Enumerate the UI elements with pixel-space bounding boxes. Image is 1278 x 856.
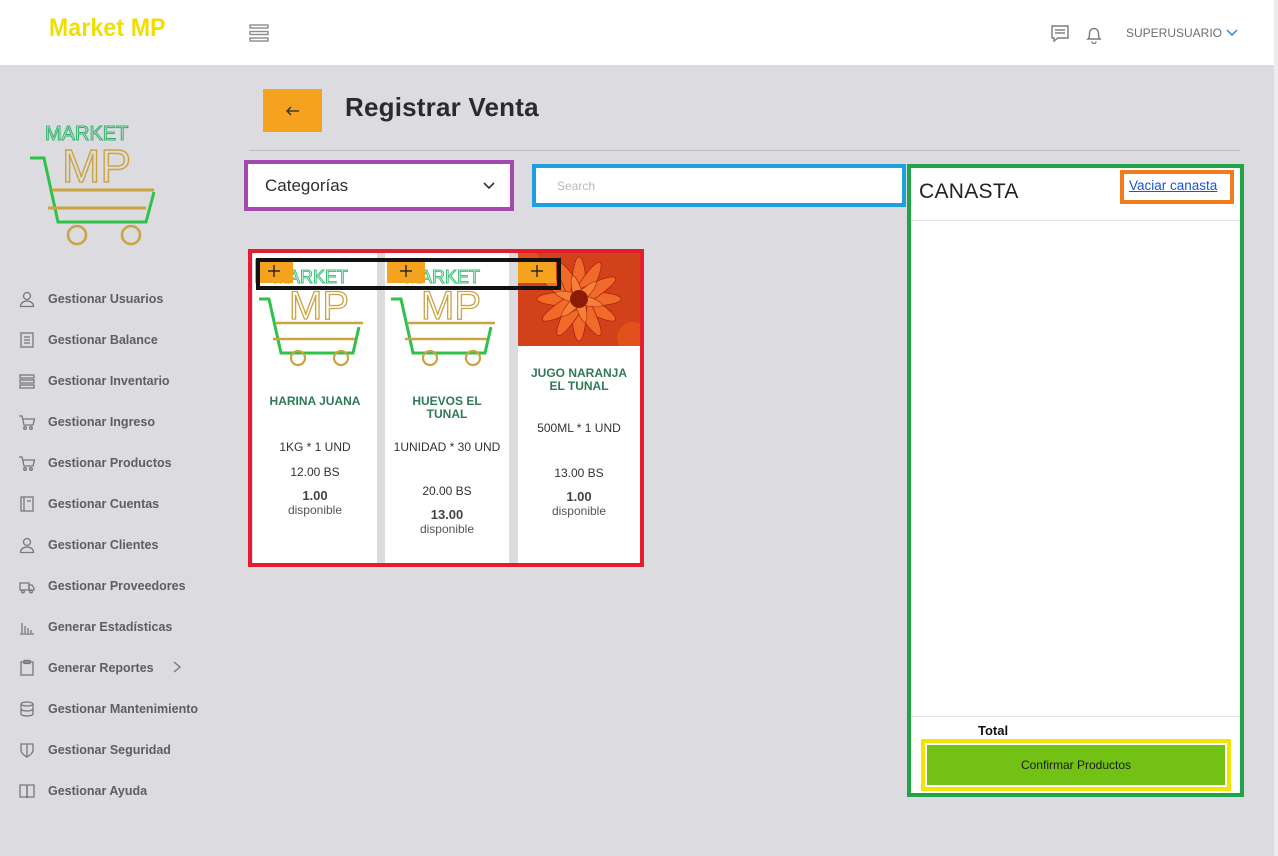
right-edge (1274, 0, 1278, 856)
shield-icon (20, 742, 34, 758)
sidebar-item-clientes[interactable]: Gestionar Clientes (18, 524, 228, 565)
list-icon (19, 373, 35, 389)
user-menu[interactable]: SUPERUSUARIO (1126, 26, 1238, 40)
chevron-down-icon (1226, 29, 1238, 37)
product-stock: 1.00 (302, 488, 328, 503)
cart-icon (19, 455, 36, 471)
product-card[interactable]: MARKET MP HUEVOS EL TUNAL 1UNIDAD * 30 U… (385, 253, 509, 563)
sidebar-item-mantenimiento[interactable]: Gestionar Mantenimiento (18, 688, 228, 729)
svg-text:MP: MP (289, 284, 349, 328)
back-button[interactable] (263, 89, 322, 132)
sidebar-item-proveedores[interactable]: Gestionar Proveedores (18, 565, 228, 606)
empty-basket-outline: Vaciar canasta (1120, 170, 1234, 204)
username-label: SUPERUSUARIO (1126, 26, 1223, 40)
hamburger-icon[interactable] (249, 23, 269, 43)
sidebar-item-label: Gestionar Ayuda (48, 783, 148, 798)
sidebar-item-label: Gestionar Inventario (48, 373, 170, 388)
product-grid: MARKET MP HARINA JUANA 1KG * 1 UND 12.00… (248, 249, 644, 567)
divider (911, 220, 1240, 221)
sidebar-item-balance[interactable]: Gestionar Balance (18, 319, 228, 360)
sidebar-item-label: Generar Estadísticas (48, 619, 173, 634)
product-name: HUEVOS EL TUNAL (412, 394, 482, 421)
product-card[interactable]: JUGO NARANJA EL TUNAL 500ML * 1 UND 13.0… (518, 253, 640, 563)
product-stock: 1.00 (566, 489, 592, 504)
divider (911, 716, 1240, 717)
basket-panel: CANASTA Vaciar canasta Total Confirmar P… (907, 164, 1244, 797)
search-input[interactable] (536, 168, 902, 203)
sidebar-item-label: Generar Reportes (48, 660, 154, 675)
product-description: 1KG * 1 UND (279, 440, 351, 454)
bell-icon[interactable] (1084, 24, 1104, 45)
sidebar-item-label: Gestionar Usuarios (48, 291, 164, 306)
user-icon (19, 537, 35, 553)
svg-text:MP: MP (421, 284, 481, 328)
sidebar-item-inventario[interactable]: Gestionar Inventario (18, 360, 228, 401)
confirm-products-button[interactable]: Confirmar Productos (927, 745, 1225, 785)
sidebar-item-label: Gestionar Mantenimiento (48, 701, 199, 716)
product-price: 20.00 BS (422, 484, 472, 498)
sidebar-item-label: Gestionar Productos (48, 455, 172, 470)
sidebar-item-productos[interactable]: Gestionar Productos (18, 442, 228, 483)
plus-icon (531, 265, 543, 277)
basket-title: CANASTA (919, 180, 1019, 203)
product-stock: 13.00 (430, 507, 464, 522)
plus-icon (400, 265, 412, 277)
add-to-basket-button[interactable] (255, 259, 293, 283)
add-to-basket-button[interactable] (387, 259, 425, 283)
brand-title[interactable]: Market MP (49, 14, 166, 43)
empty-basket-link[interactable]: Vaciar canasta (1129, 178, 1217, 193)
confirm-outline: Confirmar Productos (921, 739, 1231, 791)
sidebar-item-estadisticas[interactable]: Generar Estadísticas (18, 606, 228, 647)
book-icon (20, 495, 34, 512)
sidebar-nav: Gestionar Usuarios Gestionar Balance Ges… (18, 278, 228, 811)
chat-icon[interactable] (1050, 24, 1070, 44)
chevron-down-icon (483, 182, 495, 190)
product-stock-label: disponible (287, 503, 343, 517)
plus-icon (268, 265, 280, 277)
sidebar-item-reportes[interactable]: Generar Reportes (18, 647, 228, 688)
sidebar-item-label: Gestionar Ingreso (48, 414, 155, 429)
total-label: Total (978, 723, 1009, 738)
product-name: JUGO NARANJA EL TUNAL (530, 366, 627, 393)
product-price: 13.00 BS (554, 466, 604, 480)
arrow-left-icon (285, 106, 299, 115)
product-stock-label: disponible (419, 522, 475, 536)
sidebar-item-label: Gestionar Clientes (48, 537, 159, 552)
market-mp-logo: MARKET MP (28, 120, 160, 248)
bar-chart-icon (20, 622, 34, 635)
database-icon (20, 700, 34, 717)
user-icon (19, 291, 35, 307)
open-book-icon (19, 783, 35, 798)
truck-icon (19, 581, 35, 593)
ledger-icon (20, 331, 34, 348)
sidebar-item-label: Gestionar Proveedores (48, 578, 186, 593)
product-stock-label: disponible (551, 504, 607, 518)
product-card[interactable]: MARKET MP HARINA JUANA 1KG * 1 UND 12.00… (253, 253, 377, 563)
sidebar-item-label: Gestionar Balance (48, 332, 158, 347)
chevron-right-icon (173, 661, 182, 673)
search-box (532, 164, 906, 207)
product-description: 1UNIDAD * 30 UND (393, 440, 501, 454)
cart-icon (19, 414, 36, 430)
top-bar: Market MP SUPERUSUARIO (0, 0, 1274, 65)
sidebar-item-usuarios[interactable]: Gestionar Usuarios (18, 278, 228, 319)
clipboard-icon (20, 659, 34, 676)
sidebar-item-seguridad[interactable]: Gestionar Seguridad (18, 729, 228, 770)
product-description: 500ML * 1 UND (537, 421, 621, 435)
sidebar-item-label: Gestionar Seguridad (48, 742, 171, 757)
svg-text:MP: MP (62, 140, 131, 192)
divider (249, 150, 1240, 151)
product-name: HARINA JUANA (269, 394, 361, 408)
add-to-basket-button[interactable] (518, 259, 556, 283)
sidebar-item-label: Gestionar Cuentas (48, 496, 160, 511)
sidebar-item-ayuda[interactable]: Gestionar Ayuda (18, 770, 228, 811)
sidebar-item-cuentas[interactable]: Gestionar Cuentas (18, 483, 228, 524)
product-price: 12.00 BS (290, 465, 340, 479)
sidebar-item-ingreso[interactable]: Gestionar Ingreso (18, 401, 228, 442)
category-select[interactable]: Categorías (244, 160, 514, 211)
page-title: Registrar Venta (345, 92, 539, 122)
category-select-value: Categorías (265, 175, 349, 195)
